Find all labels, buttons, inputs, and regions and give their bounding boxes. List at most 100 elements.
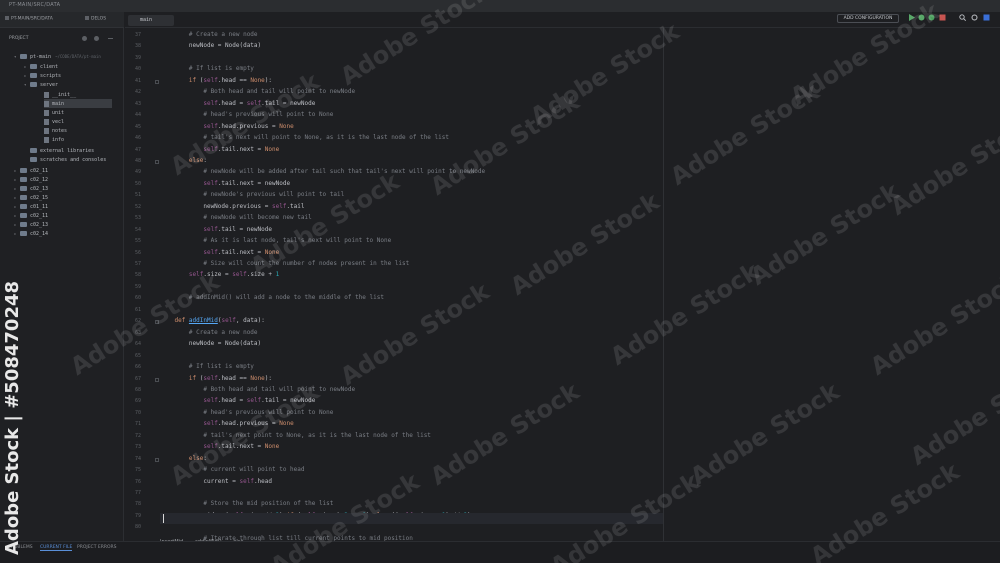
line-number: 55 <box>134 238 141 245</box>
code-line: # If list is empty <box>160 65 254 73</box>
file-icon <box>44 109 49 116</box>
code-line: # If list is empty <box>160 363 254 371</box>
code-line: self.tail = newNode <box>203 225 272 233</box>
line-number: 65 <box>134 352 141 359</box>
tree-item-info[interactable]: info <box>44 135 64 144</box>
code-line: if (self.head == None): <box>188 374 273 382</box>
line-number: 79 <box>134 512 141 519</box>
line-number: 57 <box>134 261 141 267</box>
folder-icon <box>20 177 27 182</box>
ide-logo-icon[interactable] <box>983 14 990 21</box>
tree-item-c01-11[interactable]: ▸ c01_11 <box>14 202 48 211</box>
library-icon <box>30 148 37 153</box>
line-number: 59 <box>134 283 141 290</box>
line-number: 74 <box>134 455 141 462</box>
code-line: # Both head and tail will point to newNo… <box>160 88 356 96</box>
window-title: PT-MAIN/SRC/DATA <box>9 2 61 8</box>
line-number: 52 <box>134 203 141 210</box>
stock-id-label: Adobe Stock | #508470248 <box>2 280 23 555</box>
code-line: if (self.head == None): <box>188 76 273 84</box>
line-number: 47 <box>134 146 141 153</box>
line-number: 46 <box>134 135 141 142</box>
folder-icon <box>20 186 27 191</box>
folder-icon <box>30 64 37 69</box>
line-number: 43 <box>134 100 141 107</box>
line-number: 37 <box>134 32 141 38</box>
line-number: 75 <box>134 467 141 474</box>
code-line: # Store the mid position of the list <box>160 500 334 508</box>
tree-item-vecl[interactable]: vecl <box>44 117 64 126</box>
project-errors-tab[interactable]: PROJECT ERRORS <box>77 545 117 550</box>
tree-item-c02-14[interactable]: ▸ c02_14 <box>14 229 48 238</box>
tree-item-main[interactable]: main <box>44 99 112 108</box>
scratches-icon <box>30 157 37 162</box>
folder-icon <box>30 73 37 78</box>
code-line: # Both head and tail will point to newNo… <box>160 385 356 393</box>
line-number: 72 <box>134 432 141 439</box>
tree-item-external-libraries[interactable]: external libraries <box>24 146 94 155</box>
line-number: 66 <box>134 364 141 371</box>
folder-icon <box>20 168 27 173</box>
code-line: newNode.previous = self.tail <box>160 202 305 210</box>
code-line: # newNode's previous will point to tail <box>160 191 345 199</box>
line-number: 71 <box>134 421 141 428</box>
tree-item-scripts[interactable]: ▸ scripts <box>24 71 61 80</box>
code-line: newNode = Node(data) <box>160 42 262 50</box>
tab-delos[interactable]: DELOS <box>85 16 106 22</box>
line-number: 38 <box>134 43 141 50</box>
tree-item-scratches[interactable]: scratches and consoles <box>24 155 106 164</box>
line-number: 56 <box>134 249 141 256</box>
line-number: 44 <box>134 112 141 119</box>
project-header: PROJECT <box>0 34 124 44</box>
settings-icon[interactable] <box>971 14 978 21</box>
file-icon <box>44 136 49 143</box>
folder-icon <box>20 222 27 227</box>
tree-item-c02-15[interactable]: ▸ c02_15 <box>14 193 48 202</box>
tree-item-c02-13[interactable]: ▸ c02_13 <box>14 184 48 193</box>
tree-item-init[interactable]: __init__ <box>44 90 76 99</box>
tab-project-path[interactable]: PT-MAIN/SRC/DATA <box>5 16 53 22</box>
tree-item-c02-12[interactable]: ▸ c02_12 <box>14 175 48 184</box>
tree-item-c02-13b[interactable]: ▸ c02_13 <box>14 220 48 229</box>
project-label[interactable]: PROJECT <box>9 36 28 41</box>
code-line: # tail's next point to None, as it is th… <box>160 431 431 439</box>
folder-icon <box>20 231 27 236</box>
fold-marker-icon[interactable] <box>155 457 159 462</box>
folder-icon <box>20 54 27 59</box>
folder-icon <box>20 213 27 218</box>
tree-item-c02-11b[interactable]: ▸ c02_11 <box>14 211 48 220</box>
search-icon[interactable] <box>959 14 966 21</box>
tab-main[interactable]: main <box>128 15 174 26</box>
line-number: 77 <box>134 490 141 496</box>
folder-icon <box>20 195 27 200</box>
tree-item-client[interactable]: ▸ client <box>24 62 58 71</box>
code-editor[interactable]: # Create a new node newNode = Node(data)… <box>160 28 663 542</box>
text-caret <box>163 514 164 523</box>
code-line: # Create a new node <box>160 328 258 336</box>
window-title-bar: PT-MAIN/SRC/DATA <box>0 0 1000 12</box>
tree-root[interactable]: ▾ pt-main ~/CODE/DATA/pt-main <box>14 52 101 61</box>
line-number: 58 <box>134 272 141 279</box>
editor-gutter[interactable]: 37 38 39 40 41 42 43 44 45 46 47 48 49 50 51 52 53 54 55 56… <box>125 28 159 541</box>
gear-icon[interactable] <box>94 36 99 41</box>
line-number: 70 <box>134 409 141 416</box>
code-line: newNode = Node(data) <box>160 340 262 348</box>
tree-item-server[interactable]: ▾ server <box>24 80 58 89</box>
line-number: 51 <box>134 192 141 199</box>
tree-item-notes[interactable]: notes <box>44 126 67 135</box>
code-line: # newNode will become new tail <box>160 214 312 222</box>
fold-marker-icon[interactable] <box>155 79 159 84</box>
locate-icon[interactable] <box>82 36 87 41</box>
current-file-tab[interactable]: CURRENT FILE <box>40 545 73 551</box>
line-number: 73 <box>134 444 141 451</box>
line-number: 40 <box>134 66 141 73</box>
folder-icon <box>20 204 27 209</box>
line-number: 69 <box>134 398 141 405</box>
tree-item-c02-11[interactable]: ▸ c02_11 <box>14 166 48 175</box>
fold-marker-icon[interactable] <box>155 377 159 382</box>
project-tabs: PT-MAIN/SRC/DATA DELOS <box>0 12 124 28</box>
line-number: 68 <box>134 386 141 393</box>
fold-marker-icon[interactable] <box>155 159 159 164</box>
tree-item-unit[interactable]: unit <box>44 108 64 117</box>
minimize-icon[interactable] <box>108 38 113 39</box>
